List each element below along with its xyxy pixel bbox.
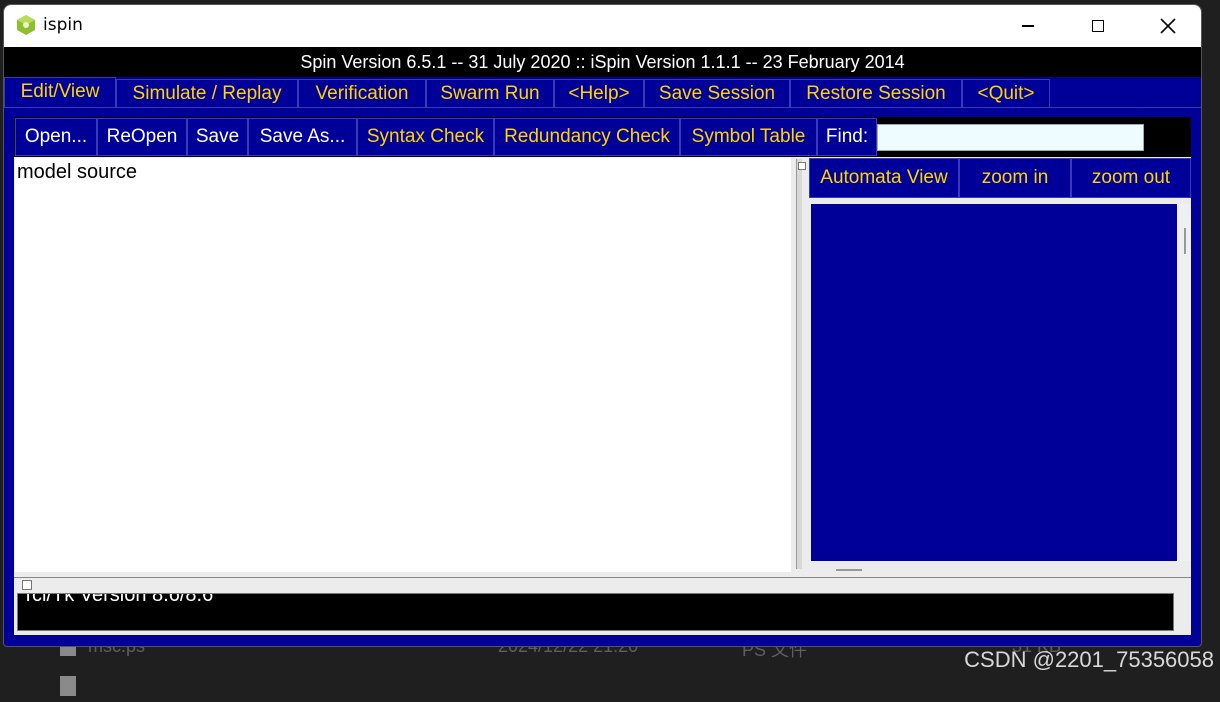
ispin-window: ispin Spin Version 6.5.1 -- 31 July 2020… xyxy=(3,4,1202,647)
sash-handle[interactable] xyxy=(798,162,806,170)
redundancy-check-button[interactable]: Redundancy Check xyxy=(494,118,680,156)
explorer-file-row-partial xyxy=(0,672,1220,702)
watermark: CSDN @2201_75356058 xyxy=(964,647,1214,672)
minimize-button[interactable] xyxy=(993,5,1063,47)
syntax-check-button[interactable]: Syntax Check xyxy=(357,118,494,156)
tab-verification[interactable]: Verification xyxy=(298,79,426,108)
automata-canvas[interactable] xyxy=(811,204,1177,561)
save-as-button[interactable]: Save As... xyxy=(248,118,357,156)
open-button[interactable]: Open... xyxy=(15,118,97,156)
scrollbar-thumb[interactable] xyxy=(1184,228,1186,254)
editor-panes: model source Automata View zoom in zoom … xyxy=(14,157,1191,577)
log-console[interactable]: Tcl/Tk Version 8.6/8.6 xyxy=(17,593,1174,631)
tab-simulate-replay[interactable]: Simulate / Replay xyxy=(116,79,298,108)
menu-divider xyxy=(4,107,1201,108)
log-text: Tcl/Tk Version 8.6/8.6 xyxy=(22,593,214,606)
ispin-app-icon xyxy=(17,15,35,35)
zoom-out-button[interactable]: zoom out xyxy=(1071,158,1191,198)
version-banner: Spin Version 6.5.1 -- 31 July 2020 :: iS… xyxy=(4,47,1201,77)
tab-edit-view[interactable]: Edit/View xyxy=(4,77,116,108)
close-button[interactable] xyxy=(1133,5,1201,47)
minimize-icon xyxy=(1022,25,1034,27)
window-title: ispin xyxy=(43,15,83,35)
tab-swarm-run[interactable]: Swarm Run xyxy=(426,79,554,108)
file-icon xyxy=(60,676,76,696)
horizontal-pane-sash[interactable] xyxy=(14,577,1191,591)
zoom-in-button[interactable]: zoom in xyxy=(959,158,1071,198)
log-area: Tcl/Tk Version 8.6/8.6 xyxy=(14,591,1191,635)
automata-view-button[interactable]: Automata View xyxy=(809,158,959,198)
title-bar[interactable]: ispin xyxy=(4,5,1201,47)
automata-vertical-scrollbar[interactable] xyxy=(1180,204,1190,561)
reopen-button[interactable]: ReOpen xyxy=(97,118,187,156)
edit-toolbar: Open... ReOpen Save Save As... Syntax Ch… xyxy=(14,117,1191,157)
maximize-icon xyxy=(1092,20,1104,32)
tab-help[interactable]: <Help> xyxy=(554,79,644,108)
tab-save-session[interactable]: Save Session xyxy=(644,79,790,108)
save-button[interactable]: Save xyxy=(187,118,248,156)
tab-restore-session[interactable]: Restore Session xyxy=(790,79,962,108)
symbol-table-button[interactable]: Symbol Table xyxy=(680,118,817,156)
find-label: Find: xyxy=(817,118,877,156)
vertical-pane-sash[interactable] xyxy=(796,159,802,569)
menu-tabs: Edit/View Simulate / Replay Verification… xyxy=(4,77,1201,108)
model-source-text: model source xyxy=(17,161,138,183)
sash-handle[interactable] xyxy=(22,580,32,590)
automata-toolbar: Automata View zoom in zoom out xyxy=(809,158,1191,198)
maximize-button[interactable] xyxy=(1063,5,1133,47)
find-input[interactable] xyxy=(877,124,1144,151)
automata-horizontal-scrollbar[interactable] xyxy=(836,569,862,571)
model-source-editor[interactable]: model source xyxy=(15,158,791,572)
tab-quit[interactable]: <Quit> xyxy=(962,79,1050,108)
close-icon xyxy=(1160,18,1176,34)
